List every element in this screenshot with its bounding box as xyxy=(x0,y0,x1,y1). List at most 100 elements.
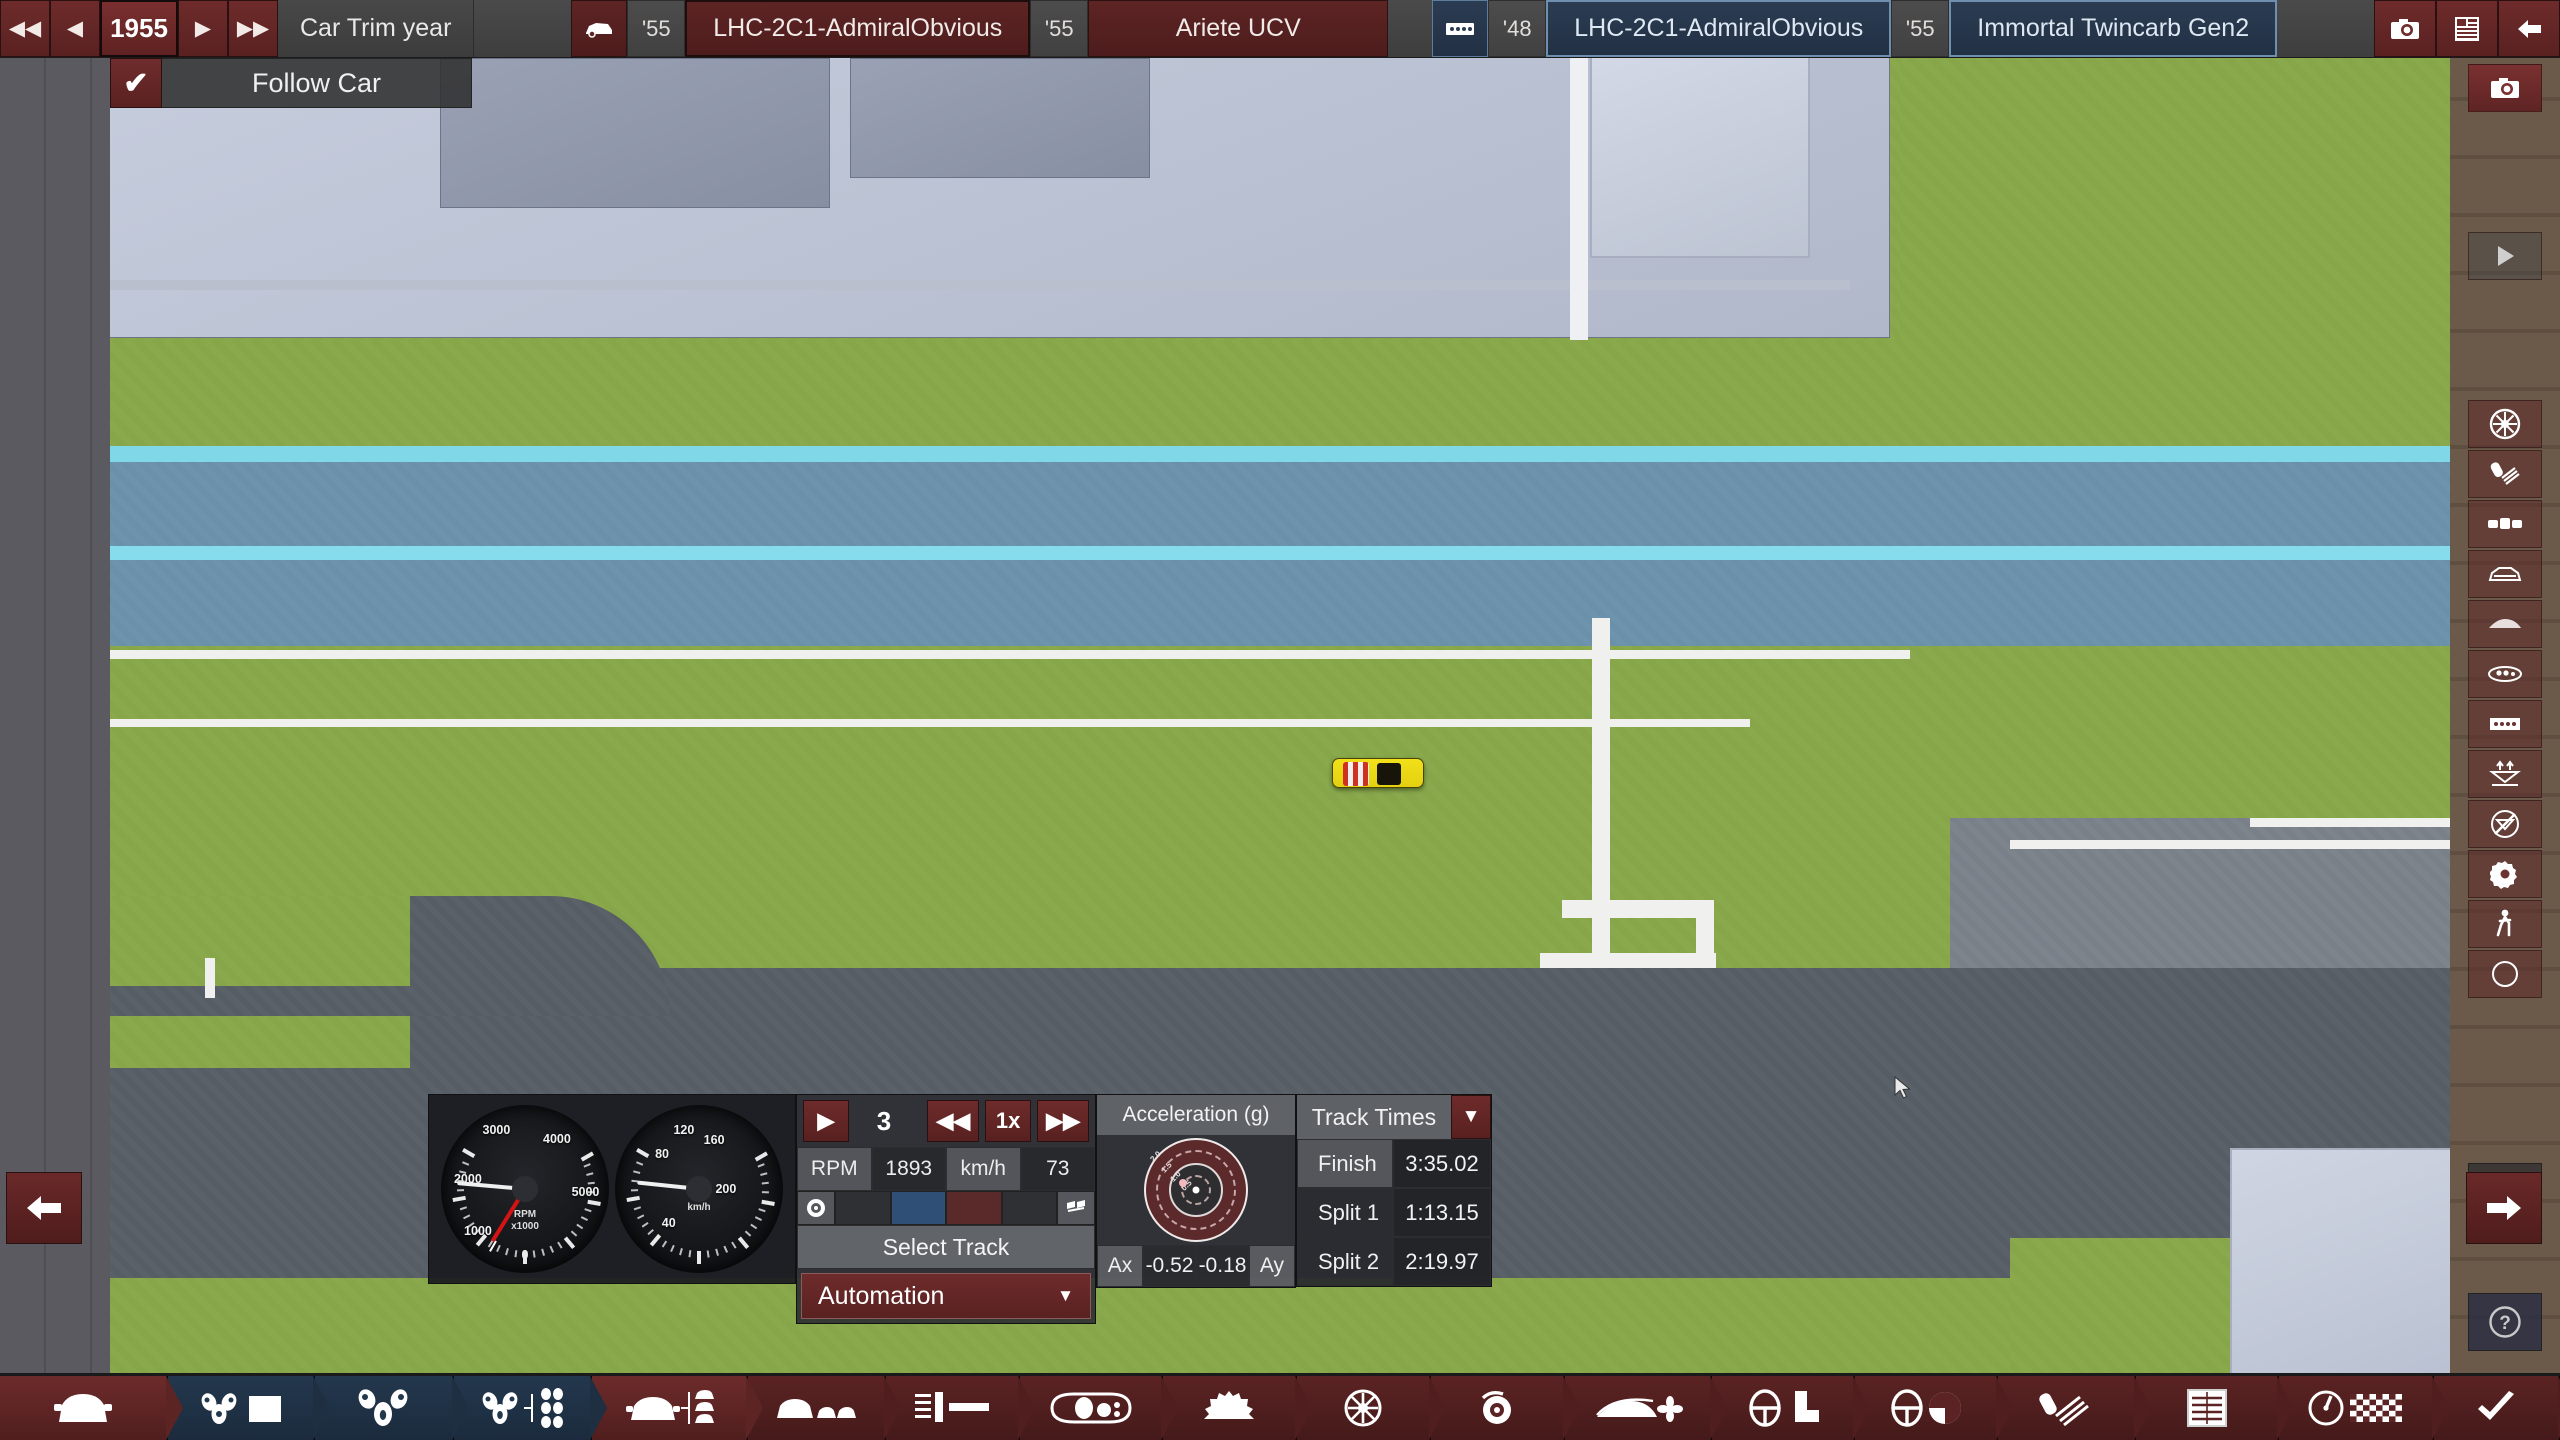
tab-engine-files[interactable] xyxy=(168,1376,331,1440)
year-next-button[interactable]: ▶ xyxy=(178,0,228,57)
year-first-button[interactable]: ◀◀ xyxy=(0,0,50,57)
acceleration-panel: Acceleration (g) 2.0 1.5 1.0 0.5 Ax -0.5… xyxy=(1096,1094,1296,1288)
tab-trim-list[interactable] xyxy=(747,1376,902,1440)
year-prev-button[interactable]: ◀ xyxy=(50,0,100,57)
circle-icon[interactable] xyxy=(2468,950,2542,998)
playback-row: ▶ 3 ◀◀ 1x ▶▶ xyxy=(797,1095,1095,1147)
help-icon[interactable]: ? xyxy=(2468,1293,2542,1351)
speed-multiplier-button[interactable]: 1x xyxy=(985,1100,1032,1142)
speedometer: 80 120 160 200 40 km/h xyxy=(615,1105,783,1273)
car-side-icon[interactable] xyxy=(2468,600,2542,648)
rpm-value: 1893 xyxy=(871,1147,946,1191)
gear-indicator: 3 xyxy=(855,1106,913,1137)
brake-disc-icon xyxy=(797,1191,835,1225)
year-caption: Car Trim year xyxy=(278,0,475,57)
track-times-collapse-button[interactable]: ▼ xyxy=(1451,1095,1491,1139)
tab-engine-bay[interactable] xyxy=(1020,1376,1179,1440)
table-row[interactable]: Finish 3:35.02 xyxy=(1297,1139,1491,1188)
track-times-title: Track Times xyxy=(1297,1095,1451,1139)
year-value[interactable]: 1955 xyxy=(100,0,178,57)
track-time-value: 3:35.02 xyxy=(1393,1139,1491,1188)
play-button[interactable]: ▶ xyxy=(803,1100,849,1142)
speed-multiplier-label: 1x xyxy=(995,1108,1021,1133)
tab-chassis[interactable] xyxy=(886,1376,1036,1440)
checkered-flag-icon xyxy=(1057,1191,1095,1225)
back-button[interactable] xyxy=(2498,0,2560,57)
engine-family-name: LHC-2C1-AdmiralObvious xyxy=(1574,14,1864,42)
speed-unit-text: km/h xyxy=(960,1157,1006,1180)
ax-value-text: -0.52 xyxy=(1145,1254,1194,1277)
tab-trim-family[interactable] xyxy=(592,1376,763,1440)
table-row[interactable]: Split 1 1:13.15 xyxy=(1297,1188,1491,1237)
rpm-label: RPM xyxy=(797,1147,872,1191)
engine-family-chip[interactable]: LHC-2C1-AdmiralObvious xyxy=(1546,0,1892,57)
g-meter: 2.0 1.5 1.0 0.5 xyxy=(1097,1135,1295,1245)
next-step-button[interactable] xyxy=(2466,1172,2542,1244)
tab-suspension[interactable] xyxy=(1997,1376,2152,1440)
tach-tick-3000: 3000 xyxy=(482,1123,511,1138)
year-prev-label: ◀ xyxy=(66,17,84,40)
track-times-header: Track Times ▼ xyxy=(1297,1095,1491,1139)
tab-brakes[interactable] xyxy=(1431,1376,1581,1440)
engine-block-icon[interactable] xyxy=(2468,650,2542,698)
top-bar: ◀◀ ◀ 1955 ▶ ▶▶ Car Trim year '55 LHC-2C1… xyxy=(0,0,2560,58)
tab-safety[interactable] xyxy=(1855,1376,2013,1440)
year-last-button[interactable]: ▶▶ xyxy=(228,0,278,57)
year-last-label: ▶▶ xyxy=(236,17,270,40)
brake-bar xyxy=(890,1191,946,1225)
tab-engine-design[interactable] xyxy=(315,1376,469,1440)
tab-engine-variants[interactable] xyxy=(453,1376,608,1440)
engine-variant-year-text: '55 xyxy=(1905,15,1935,41)
speed-value: 73 xyxy=(1020,1147,1095,1191)
tab-car-overview[interactable] xyxy=(0,1376,184,1440)
car-icon[interactable] xyxy=(571,0,628,57)
stats-table-button[interactable] xyxy=(2436,0,2498,57)
telemetry-row: RPM 1893 km/h 73 xyxy=(797,1147,1095,1191)
camera-icon[interactable] xyxy=(2468,64,2542,112)
tach-tick-5000: 5000 xyxy=(571,1185,600,1200)
engine-variant-chip[interactable]: Immortal Twincarb Gen2 xyxy=(1949,0,2278,57)
screenshot-button[interactable] xyxy=(2374,0,2436,57)
wheel-rim-icon[interactable] xyxy=(2468,400,2542,448)
car-trim-chip[interactable]: LHC-2C1-AdmiralObvious xyxy=(685,0,1031,57)
tab-wheels[interactable] xyxy=(1297,1376,1447,1440)
fastforward-button[interactable]: ▶▶ xyxy=(1037,1100,1089,1142)
engine-variant-name: Immortal Twincarb Gen2 xyxy=(1977,14,2250,42)
play-icon[interactable] xyxy=(2468,232,2542,280)
year-value-label: 1955 xyxy=(110,13,168,43)
tab-stats-sheet[interactable] xyxy=(2136,1376,2294,1440)
car-compare-icon[interactable] xyxy=(2468,500,2542,548)
car-front-icon[interactable] xyxy=(2468,550,2542,598)
track-time-value: 1:13.15 xyxy=(1393,1188,1491,1237)
year-next-label: ▶ xyxy=(194,17,212,40)
track-time-label-text: Split 2 xyxy=(1318,1248,1380,1274)
rewind-button[interactable]: ◀◀ xyxy=(927,1100,980,1142)
suspension-icon[interactable] xyxy=(2468,450,2542,498)
follow-car-toggle[interactable]: ✔ Follow Car xyxy=(110,58,472,108)
speedo-tick-80: 80 xyxy=(655,1146,669,1161)
aero-icon[interactable] xyxy=(2468,750,2542,798)
tab-interior[interactable] xyxy=(1712,1376,1871,1440)
tab-finish[interactable] xyxy=(2434,1376,2560,1440)
select-track-label: Select Track xyxy=(882,1233,1010,1260)
table-row[interactable]: Split 2 2:19.97 xyxy=(1297,1237,1491,1286)
year-first-label: ◀◀ xyxy=(8,17,42,40)
track-time-label: Split 1 xyxy=(1297,1188,1393,1237)
topbar-spacer-left xyxy=(474,0,572,57)
radiator-icon[interactable] xyxy=(2468,700,2542,748)
model-chip[interactable]: Ariete UCV xyxy=(1088,0,1389,57)
no-aero-icon[interactable] xyxy=(2468,800,2542,848)
topbar-spacer-mid xyxy=(1388,0,1433,57)
previous-step-button[interactable] xyxy=(6,1172,82,1244)
engine-icon[interactable] xyxy=(1432,0,1489,57)
track-select-dropdown[interactable]: Automation ▼ xyxy=(801,1273,1091,1319)
input-bars-row xyxy=(797,1191,1095,1225)
tab-gearbox[interactable] xyxy=(1163,1376,1313,1440)
tab-test-track[interactable] xyxy=(2278,1376,2450,1440)
pedestrian-icon[interactable] xyxy=(2468,900,2542,948)
svg-text:?: ? xyxy=(2499,1313,2511,1334)
tab-aero-cooling[interactable] xyxy=(1565,1376,1728,1440)
follow-car-checkbox[interactable]: ✔ xyxy=(110,58,162,108)
model-year-badge: Ariete UCV '48 '55 xyxy=(1030,0,1089,57)
gear-icon[interactable] xyxy=(2468,850,2542,898)
